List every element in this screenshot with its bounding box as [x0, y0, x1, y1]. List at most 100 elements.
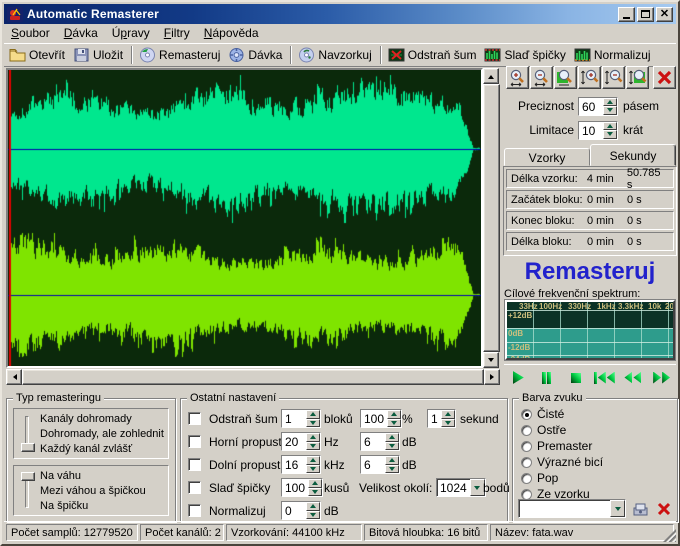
weight-mode-slider[interactable]: [25, 473, 29, 508]
pause-button[interactable]: [535, 369, 559, 387]
remaster-big-button[interactable]: Remasteruj: [502, 258, 678, 286]
lowpass-freq-spinner[interactable]: 16: [281, 455, 321, 474]
scroll-down-button[interactable]: [483, 352, 499, 368]
block-end-row: Konec bloku: 0 min 0 s: [506, 211, 674, 230]
zoom-out-horizontal-button[interactable]: [530, 66, 553, 89]
precision-label: Preciznost: [502, 99, 574, 113]
menu-upravy[interactable]: Úpravy: [105, 24, 157, 42]
slider-thumb[interactable]: [21, 472, 35, 481]
radio-vyrazne-bici[interactable]: Výrazné bicí: [521, 454, 603, 470]
remaster-button[interactable]: Remasteruj: [136, 45, 225, 65]
radio-pop[interactable]: Pop: [521, 470, 558, 486]
tab-vzorky[interactable]: Vzorky: [504, 148, 590, 166]
radio-icon[interactable]: [521, 441, 532, 452]
peaks-checkbox[interactable]: [188, 481, 201, 494]
forward-button[interactable]: [650, 369, 674, 387]
radio-icon[interactable]: [521, 457, 532, 468]
scroll-up-button[interactable]: [483, 68, 499, 84]
red-x-icon: [655, 68, 674, 87]
radio-icon[interactable]: [521, 409, 532, 420]
zoom-in-vertical-button[interactable]: [578, 66, 601, 89]
limit-row: Limitace 10 krát: [502, 120, 678, 140]
channel-mode-slider[interactable]: [25, 416, 29, 451]
highpass-freq-spinner[interactable]: 20: [281, 432, 321, 451]
batch-gear-icon: [228, 47, 245, 63]
menu-napoveda[interactable]: Nápověda: [197, 24, 266, 42]
denoise-blocks-spinner[interactable]: 1: [281, 409, 321, 428]
normalize-db-spinner[interactable]: 0: [281, 501, 321, 520]
rewind-button[interactable]: [621, 369, 645, 387]
denoise-percent-spinner[interactable]: 100: [360, 409, 402, 428]
close-view-button[interactable]: [653, 66, 676, 89]
zoom-out-horizontal-icon: [532, 68, 551, 87]
combo-arrow-icon[interactable]: [610, 500, 625, 517]
radio-icon[interactable]: [521, 425, 532, 436]
zoom-out-vertical-button[interactable]: [602, 66, 625, 89]
scroll-right-button[interactable]: [484, 369, 500, 385]
peaks-button[interactable]: Slaď špičky: [481, 45, 570, 65]
denoise-icon: [388, 47, 405, 63]
horizontal-scroll-thumb[interactable]: [22, 369, 484, 385]
horizontal-scrollbar[interactable]: [6, 369, 500, 385]
save-button[interactable]: Uložit: [70, 45, 128, 65]
lowpass-checkbox[interactable]: [188, 458, 201, 471]
open-button[interactable]: Otevřít: [6, 45, 70, 65]
denoise-seconds-spinner[interactable]: 1: [427, 409, 456, 428]
area-size-combobox[interactable]: 1024: [436, 478, 486, 497]
precision-spinner[interactable]: 60: [578, 97, 618, 116]
denoise-button[interactable]: Odstraň šum: [385, 45, 482, 65]
close-button[interactable]: ✕: [656, 7, 673, 22]
scroll-left-button[interactable]: [6, 369, 22, 385]
target-spectrum-display[interactable]: 33Hz 100Hz 330Hz 1kHz 3.3kHz 10k 20 +12d…: [505, 300, 675, 360]
peaks-row: Slaď špičky 100 kusů Velikost okolí: 102…: [181, 478, 507, 498]
highpass-checkbox[interactable]: [188, 435, 201, 448]
vertical-scroll-thumb[interactable]: [483, 84, 500, 352]
skip-start-button[interactable]: [592, 369, 616, 387]
stop-button[interactable]: [564, 369, 588, 387]
weight-mode-box: Na váhu Mezi váhou a špičkou Na špičku: [13, 465, 169, 516]
area-label: Velikost okolí:: [359, 481, 432, 495]
zoom-fit-horizontal-button[interactable]: [554, 66, 577, 89]
block-info-panel: Délka vzorku: 4 min 50.785 s Začátek blo…: [503, 166, 677, 256]
delete-sample-button[interactable]: [656, 501, 672, 517]
sound-color-group: Barva zvuku Čisté Ostře Premaster Výrazn…: [512, 398, 678, 522]
radio-ciste[interactable]: Čisté: [521, 406, 564, 422]
waveform-display[interactable]: [6, 68, 483, 368]
highpass-db-spinner[interactable]: 6: [360, 432, 400, 451]
zoom-in-horizontal-button[interactable]: [506, 66, 529, 89]
peaks-count-spinner[interactable]: 100: [281, 478, 323, 497]
normalize-checkbox[interactable]: [188, 504, 201, 517]
spin-down-button[interactable]: [603, 106, 617, 115]
spin-down-button[interactable]: [603, 130, 617, 139]
slider-thumb[interactable]: [21, 443, 35, 452]
waveform-canvas[interactable]: [8, 70, 481, 366]
toolbar-separator: [380, 46, 382, 64]
radio-icon[interactable]: [521, 489, 532, 500]
resample-icon: [298, 47, 315, 63]
app-window: Automatic Remasterer ✕ Soubor Dávka Úpra…: [0, 0, 680, 546]
save-sample-button[interactable]: [632, 501, 650, 517]
lowpass-db-spinner[interactable]: 6: [360, 455, 400, 474]
resample-button[interactable]: Navzorkuj: [295, 45, 376, 65]
play-button[interactable]: [506, 369, 530, 387]
spin-up-button[interactable]: [603, 98, 617, 107]
window-title: Automatic Remasterer: [27, 7, 159, 21]
batch-button[interactable]: Dávka: [225, 45, 287, 65]
limit-spinner[interactable]: 10: [578, 121, 618, 140]
vertical-scrollbar[interactable]: [483, 68, 500, 368]
minimize-button[interactable]: [618, 7, 635, 22]
spin-up-button[interactable]: [603, 122, 617, 131]
sample-combobox[interactable]: [518, 499, 626, 518]
tab-sekundy[interactable]: Sekundy: [590, 144, 676, 166]
denoise-checkbox[interactable]: [188, 412, 201, 425]
maximize-icon: [641, 10, 650, 18]
menu-davka[interactable]: Dávka: [57, 24, 105, 42]
zoom-fit-vertical-button[interactable]: [626, 66, 649, 89]
maximize-button[interactable]: [637, 7, 654, 22]
normalize-button[interactable]: Normalizuj: [571, 45, 656, 65]
menu-filtry[interactable]: Filtry: [157, 24, 197, 42]
menu-soubor[interactable]: Soubor: [4, 24, 57, 42]
radio-icon[interactable]: [521, 473, 532, 484]
radio-premaster[interactable]: Premaster: [521, 438, 592, 454]
radio-ostre[interactable]: Ostře: [521, 422, 566, 438]
